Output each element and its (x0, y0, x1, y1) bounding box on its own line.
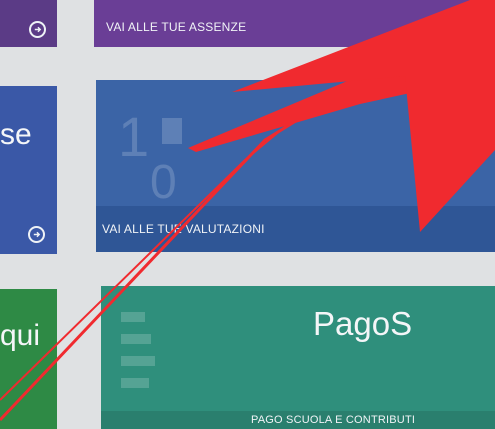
tile-assenze[interactable]: VAI ALLE TUE ASSENZE (94, 0, 495, 47)
tile-valutazioni-label: VAI ALLE TUE VALUTAZIONI (102, 222, 265, 236)
tile-left-blue-text: se (0, 118, 32, 151)
svg-text:0: 0 (150, 156, 177, 208)
payments-icon (121, 312, 155, 388)
tile-left-purple[interactable] (0, 0, 57, 47)
tile-left-green[interactable]: qui (0, 289, 57, 429)
arrow-right-circle-icon[interactable] (28, 226, 45, 243)
tile-left-blue[interactable]: se (0, 86, 57, 254)
tile-valutazioni[interactable]: 1 0 VAI ALLE TUE VALUTAZIONI (96, 80, 495, 252)
tile-pago[interactable]: PAGO SCUOLA E CONTRIBUTI (101, 286, 495, 429)
arrow-right-circle-icon[interactable] (29, 21, 46, 38)
svg-text:1: 1 (118, 105, 149, 168)
grades-icon: 1 0 (118, 105, 182, 208)
tile-assenze-label: VAI ALLE TUE ASSENZE (106, 19, 247, 34)
tile-left-green-text: qui (0, 319, 41, 352)
tile-pago-label: PAGO SCUOLA E CONTRIBUTI (251, 414, 416, 426)
tile-pago-title: PagoS (313, 305, 413, 342)
